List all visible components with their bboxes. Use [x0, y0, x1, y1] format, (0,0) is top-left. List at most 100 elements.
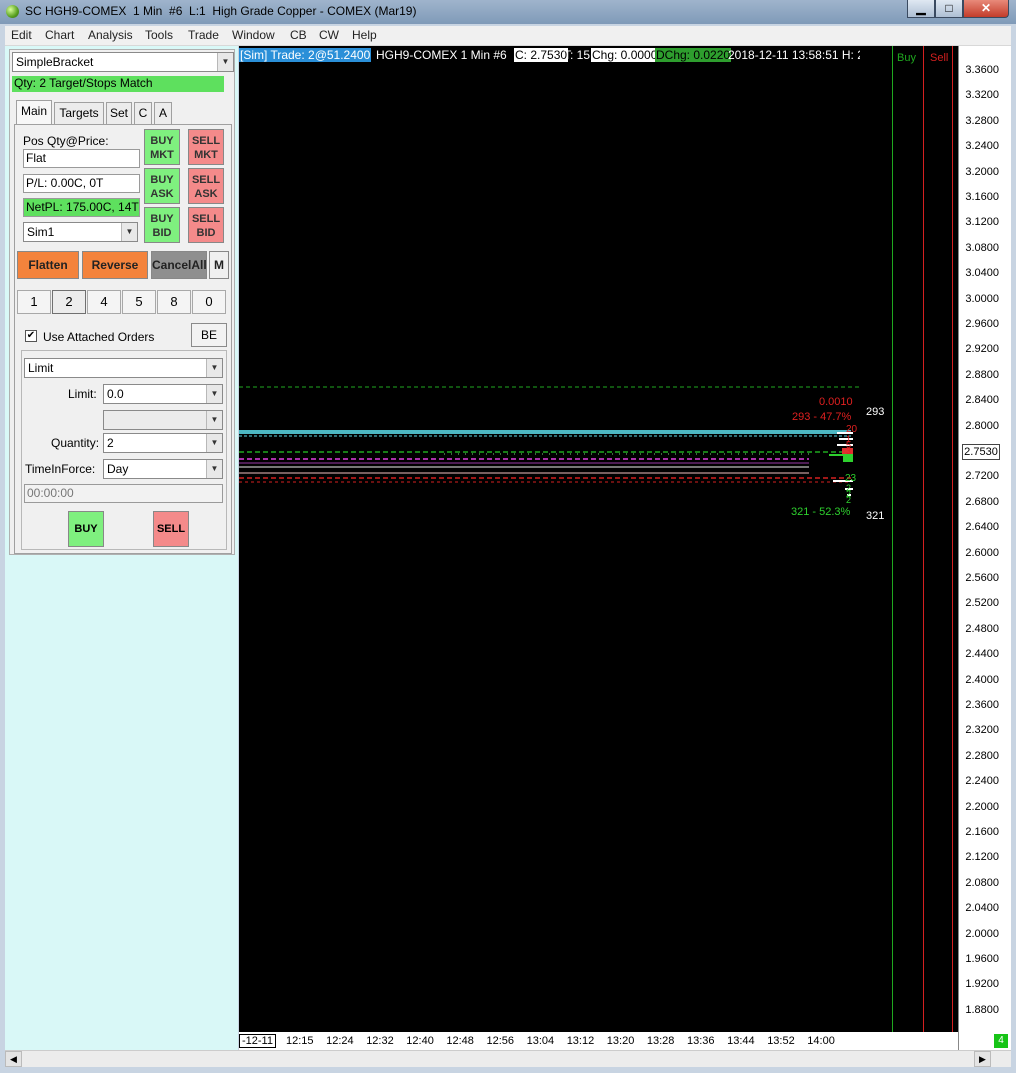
time-tick-label: 13:36 [687, 1035, 715, 1047]
sell-ask-button[interactable]: SELL ASK [188, 168, 224, 204]
price-tick-label: 2.9600 [965, 318, 999, 330]
bid-volume-bar [843, 456, 853, 462]
chart-header: [Sim] Trade: 2@51.2400 HGH9-COMEX 1 Min … [239, 46, 861, 64]
time-axis[interactable]: -12-11 12:15 12:24 12:32 12:40 12:48 12:56 13:… [239, 1032, 958, 1050]
price-tick-label: 2.3600 [965, 699, 999, 711]
menu-cw[interactable]: CW [319, 28, 339, 42]
time-field[interactable]: 00:00:00 [24, 484, 223, 503]
price-tick-label: 2.0400 [965, 902, 999, 915]
minimize-button[interactable]: ▁ [907, 0, 935, 18]
buy-button[interactable]: BUY [68, 511, 104, 547]
price-tick-label: 3.2800 [965, 114, 999, 127]
chevron-down-icon: ▼ [206, 434, 222, 452]
menu-help[interactable]: Help [352, 28, 377, 42]
buy-bid-button[interactable]: BUY BID [144, 207, 180, 243]
menu-bar: Edit Chart Analysis Tools Trade Window C… [5, 26, 1011, 46]
price-tick-label: 1.8800 [965, 1003, 999, 1016]
price-tick-label: 2.7200 [965, 470, 999, 483]
menu-cb[interactable]: CB [290, 28, 307, 42]
limit-value: 0.0 [107, 387, 124, 401]
price-tick-label: 2.6800 [965, 495, 999, 508]
use-attached-orders-checkbox[interactable]: ✔ [25, 330, 37, 342]
menu-edit[interactable]: Edit [11, 28, 32, 42]
cyan-order-band [239, 430, 851, 434]
sell-button[interactable]: SELL [153, 511, 189, 547]
time-tick-label: 12:56 [486, 1035, 515, 1047]
close-price: C: 2.7530 [514, 48, 569, 62]
secondary-price-input[interactable]: ▼ [103, 410, 223, 430]
price-chart[interactable]: 0.0010 293 - 47.7% 321 - 52.3% 20 1 5 3 … [239, 46, 861, 1032]
tab-a[interactable]: A [154, 102, 172, 124]
title-bar: SC HGH9-COMEX 1 Min #6 L:1 High Grade Co… [0, 0, 1016, 24]
m-button[interactable]: M [209, 251, 229, 279]
price-tick-label: 2.0800 [965, 876, 999, 889]
tab-c[interactable]: C [134, 102, 152, 124]
buy-market-button[interactable]: BUY MKT [144, 129, 180, 165]
quantity-value: 2 [107, 436, 114, 450]
price-tick-label: 2.6400 [965, 521, 999, 534]
attached-order-box: Limit ▼ Limit: 0.0 ▼ ▼ Quantity: 2 ▼ Tim… [21, 350, 227, 550]
bid-stack-value: 2 [846, 495, 852, 505]
menu-chart[interactable]: Chart [45, 28, 74, 42]
bid-total: 321 [866, 510, 885, 522]
order-type-select[interactable]: Limit ▼ [24, 358, 223, 378]
cancel-all-button[interactable]: CancelAll [151, 251, 207, 279]
pos-qty-label: Pos Qty@Price: [23, 134, 109, 148]
price-tick-label: 2.1600 [965, 826, 999, 838]
price-tick-label: 2.3200 [965, 724, 999, 737]
price-tick-label: 3.1600 [965, 191, 999, 203]
menu-tools[interactable]: Tools [145, 28, 173, 42]
quantity-5-button[interactable]: 5 [122, 290, 156, 314]
reverse-button[interactable]: Reverse [82, 251, 148, 279]
quantity-8-button[interactable]: 8 [157, 290, 191, 314]
menu-trade[interactable]: Trade [188, 28, 219, 42]
buy-ask-button[interactable]: BUY ASK [144, 168, 180, 204]
quantity-0-button[interactable]: 0 [192, 290, 226, 314]
time-in-force-select[interactable]: Day ▼ [103, 459, 223, 479]
ask-stack-value: 3 [846, 446, 852, 456]
breakeven-button[interactable]: BE [191, 323, 227, 347]
limit-input[interactable]: 0.0 ▼ [103, 384, 223, 404]
menu-window[interactable]: Window [232, 28, 275, 42]
scroll-right-icon[interactable]: ▶ [974, 1051, 991, 1067]
price-tick-label: 2.2000 [965, 800, 999, 813]
tab-targets[interactable]: Targets [54, 102, 104, 124]
maximize-button[interactable]: □ [935, 0, 963, 18]
flatten-button[interactable]: Flatten [17, 251, 79, 279]
horizontal-scrollbar[interactable]: ◀ ▶ [5, 1050, 1011, 1067]
tab-main[interactable]: Main [16, 100, 52, 125]
strategy-select[interactable]: SimpleBracket ▼ [12, 52, 234, 72]
close-button[interactable]: ✕ [963, 0, 1009, 18]
quantity-input[interactable]: 2 ▼ [103, 433, 223, 453]
price-tick-label: 3.2000 [965, 165, 999, 178]
price-tick-label: 2.4000 [965, 673, 999, 686]
trade-panel-frame: SimpleBracket ▼ Qty: 2 Target/Stops Matc… [9, 49, 235, 555]
price-axis[interactable]: 3.3600 3.3200 3.2800 3.2400 3.2000 3.1600 3.12… [958, 46, 1011, 1050]
ask-summary: 293 - 47.7% [792, 411, 852, 423]
quantity-2-button[interactable]: 2 [52, 290, 86, 314]
quantity-4-button[interactable]: 4 [87, 290, 121, 314]
change-value: Chg: 0.0000 [591, 48, 659, 62]
price-tick-label: 2.8000 [965, 419, 999, 432]
time-tick-label: 12:48 [446, 1035, 474, 1047]
time-tick-label: 13:12 [566, 1035, 595, 1047]
sell-market-button[interactable]: SELL MKT [188, 129, 224, 165]
position-field: Flat [23, 149, 140, 168]
sell-column-edge [952, 46, 953, 1032]
time-tick-label: 12:40 [406, 1035, 434, 1047]
price-tick-label: 2.2800 [965, 749, 999, 762]
quantity-1-button[interactable]: 1 [17, 290, 51, 314]
price-tick-label: 2.9200 [965, 343, 999, 356]
price-tick-label: 2.6000 [965, 546, 999, 559]
chevron-down-icon: ▼ [206, 460, 222, 478]
menu-analysis[interactable]: Analysis [88, 28, 133, 42]
price-tick-label: 1.9600 [965, 953, 999, 965]
account-select[interactable]: Sim1 ▼ [23, 222, 138, 242]
window-title: SC HGH9-COMEX 1 Min #6 L:1 High Grade Co… [25, 4, 417, 18]
scroll-left-icon[interactable]: ◀ [5, 1051, 22, 1067]
price-tick-label: 2.5600 [965, 572, 999, 584]
tab-set[interactable]: Set [106, 102, 132, 124]
time-tick-label: 13:20 [606, 1035, 635, 1047]
time-tick-label: 12:32 [366, 1035, 394, 1047]
sell-bid-button[interactable]: SELL BID [188, 207, 224, 243]
